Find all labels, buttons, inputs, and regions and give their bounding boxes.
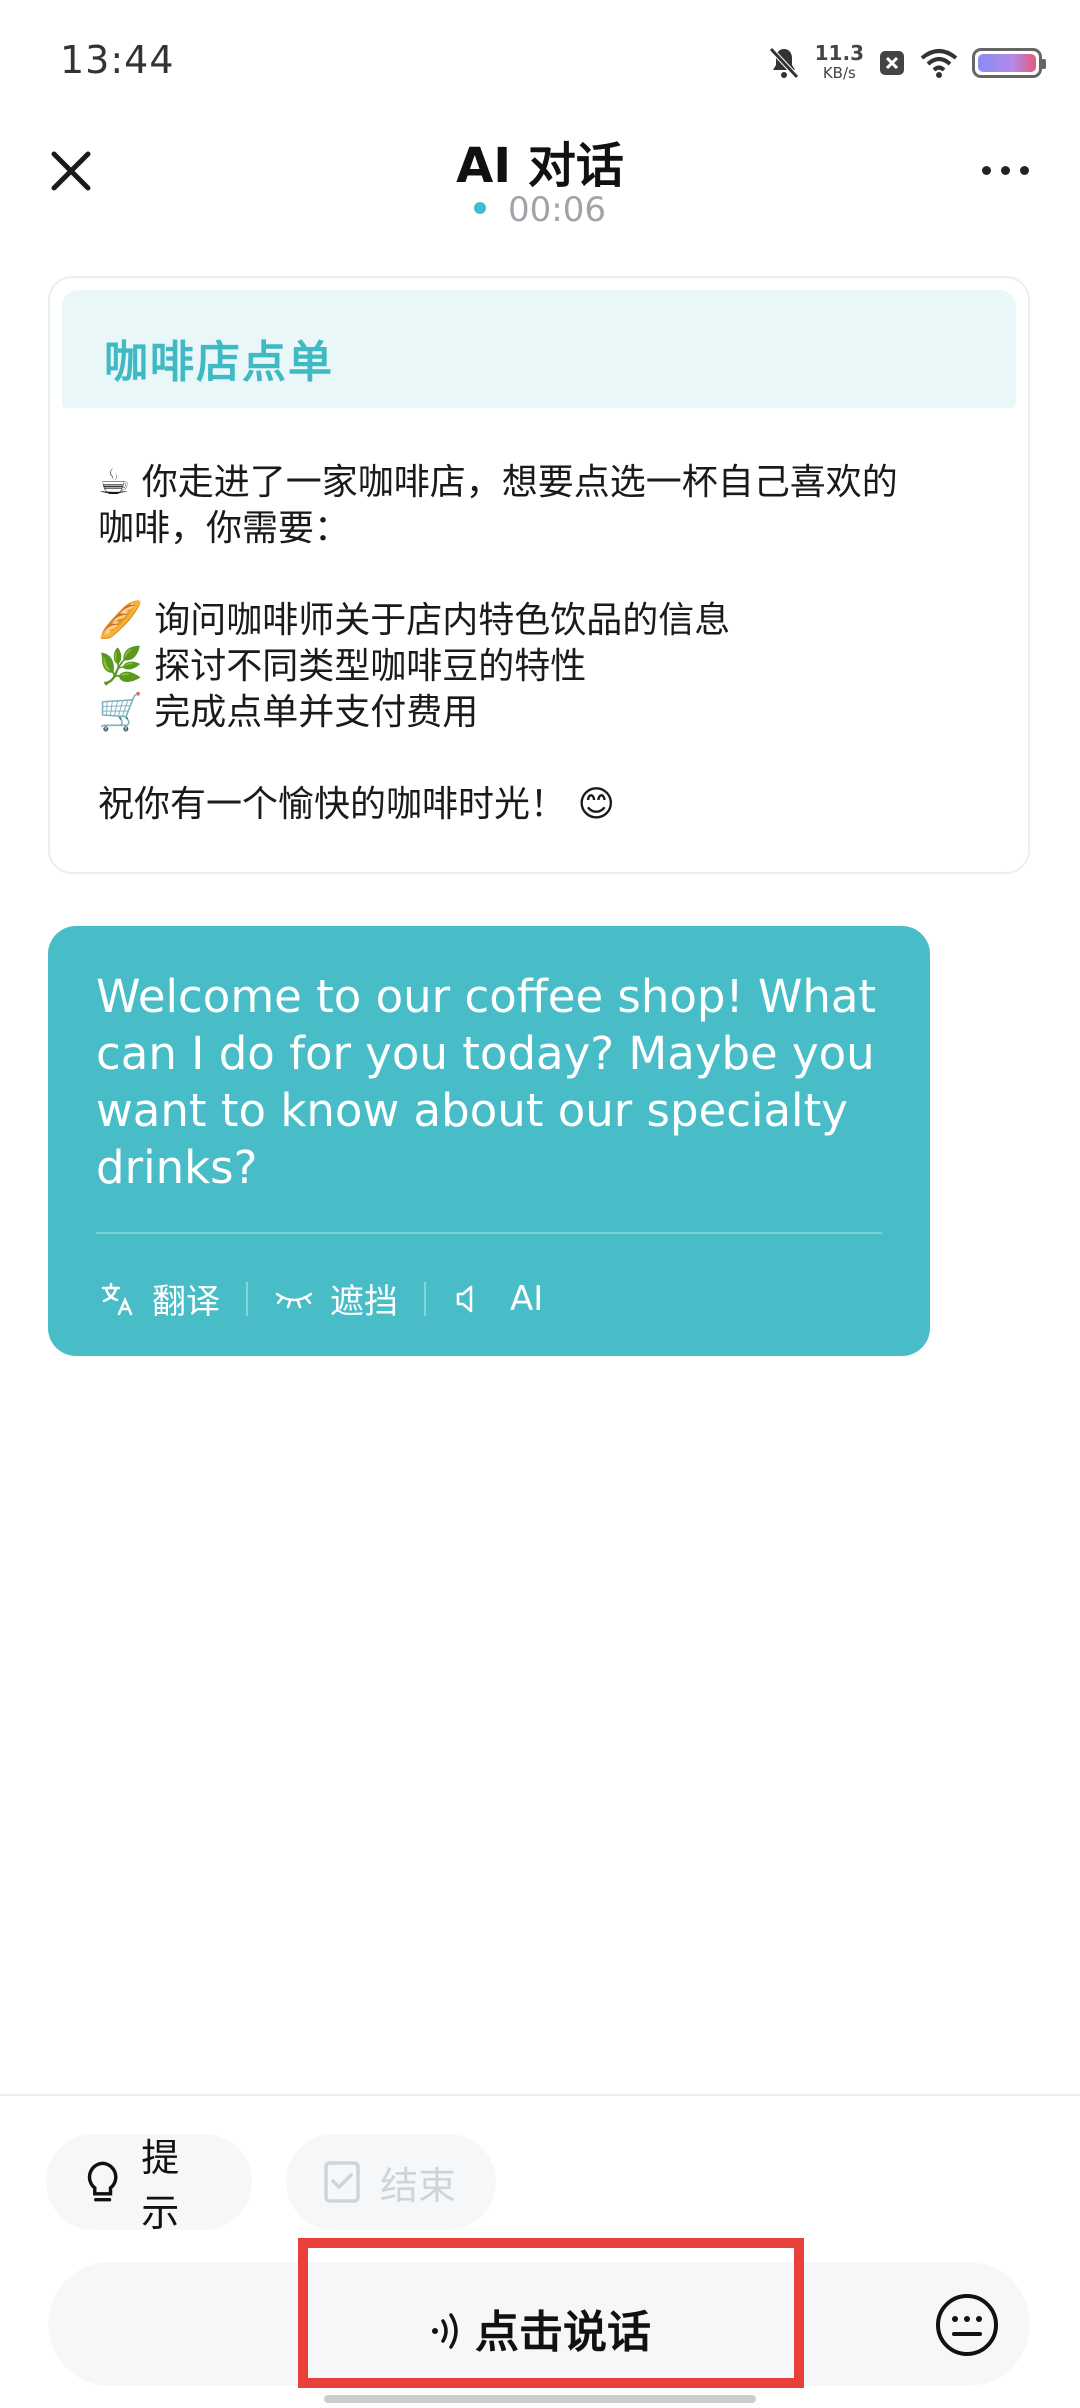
task-text: 完成点单并支付费用 bbox=[154, 692, 479, 733]
highlight-box bbox=[298, 2238, 804, 2388]
call-timer: 00:06 bbox=[0, 190, 1080, 230]
intro-line-1: ☕ 你走进了一家咖啡店，想要点选一杯自己喜欢的 bbox=[98, 460, 982, 506]
message-actions: 翻译 遮挡 AI bbox=[100, 1274, 543, 1323]
ai-message-text: Welcome to our coffee shop! What can I d… bbox=[96, 970, 877, 1194]
task-text: 询问咖啡师关于店内特色饮品的信息 bbox=[154, 600, 731, 641]
net-speed-value: 11.3 bbox=[814, 41, 864, 65]
task-item: 🥖 询问咖啡师关于店内特色饮品的信息 bbox=[98, 598, 982, 644]
wifi-icon bbox=[920, 49, 958, 78]
task-text: 探讨不同类型咖啡豆的特性 bbox=[154, 646, 587, 687]
bread-emoji: 🥖 bbox=[98, 600, 143, 641]
status-time: 13:44 bbox=[60, 38, 175, 82]
cart-emoji: 🛒 bbox=[98, 692, 143, 733]
timer-value: 00:06 bbox=[508, 190, 606, 230]
action-separator bbox=[246, 1281, 248, 1316]
scenario-title: 咖啡店点单 bbox=[104, 337, 334, 388]
page-title: AI 对话 bbox=[456, 138, 624, 194]
bell-muted-icon bbox=[768, 47, 799, 79]
net-speed-unit: KB/s bbox=[822, 64, 856, 82]
task-item: 🛒 完成点单并支付费用 bbox=[98, 690, 982, 736]
intro-text-1: 你走进了一家咖啡店，想要点选一杯自己喜欢的 bbox=[141, 462, 898, 503]
voice-label: AI bbox=[510, 1278, 544, 1319]
smile-emoji: 😊 bbox=[577, 784, 615, 825]
hint-label: 提示 bbox=[141, 2136, 180, 2235]
keyboard-icon[interactable] bbox=[934, 2292, 1000, 2358]
more-options-icon[interactable] bbox=[982, 160, 1042, 180]
checklist-icon bbox=[324, 2161, 360, 2203]
action-separator bbox=[424, 1281, 426, 1316]
closing-text: 祝你有一个愉快的咖啡时光！ bbox=[98, 784, 567, 825]
battery-icon bbox=[972, 48, 1046, 78]
net-speed: 11.3 KB/s bbox=[815, 43, 864, 83]
end-button[interactable]: 结束 bbox=[286, 2134, 496, 2230]
bubble-divider bbox=[96, 1232, 882, 1234]
lightbulb-icon bbox=[87, 2161, 118, 2202]
herb-emoji: 🌿 bbox=[98, 646, 143, 687]
closing-line: 祝你有一个愉快的咖啡时光！ 😊 bbox=[98, 782, 982, 828]
scenario-description: ☕ 你走进了一家咖啡店，想要点选一杯自己喜欢的 咖啡，你需要： 🥖 询问咖啡师关… bbox=[98, 460, 982, 828]
scenario-card: 咖啡店点单 ☕ 你走进了一家咖啡店，想要点选一杯自己喜欢的 咖啡，你需要： 🥖 … bbox=[48, 276, 1030, 874]
hint-button[interactable]: 提示 bbox=[46, 2134, 252, 2235]
bottom-divider bbox=[0, 2094, 1080, 2096]
end-label: 结束 bbox=[380, 2163, 457, 2208]
ai-message-bubble: Welcome to our coffee shop! What can I d… bbox=[48, 926, 930, 1356]
task-item: 🌿 探讨不同类型咖啡豆的特性 bbox=[98, 644, 982, 690]
translate-icon bbox=[101, 1282, 133, 1315]
scenario-card-header: 咖啡店点单 bbox=[62, 290, 1016, 408]
speaker-icon bbox=[456, 1285, 473, 1312]
coffee-emoji: ☕ bbox=[98, 462, 131, 503]
x-square-icon bbox=[880, 51, 904, 75]
play-audio-button[interactable]: AI bbox=[452, 1279, 543, 1319]
eye-closed-icon bbox=[275, 1292, 313, 1308]
intro-line-2: 咖啡，你需要： bbox=[98, 508, 351, 549]
home-indicator bbox=[324, 2395, 756, 2403]
live-dot bbox=[474, 201, 486, 214]
hide-label: 遮挡 bbox=[330, 1282, 398, 1322]
translate-button[interactable]: 翻译 bbox=[100, 1274, 220, 1323]
hide-text-button[interactable]: 遮挡 bbox=[274, 1274, 398, 1323]
translate-label: 翻译 bbox=[152, 1282, 220, 1322]
status-icons: 11.3 KB/s bbox=[767, 38, 1046, 88]
